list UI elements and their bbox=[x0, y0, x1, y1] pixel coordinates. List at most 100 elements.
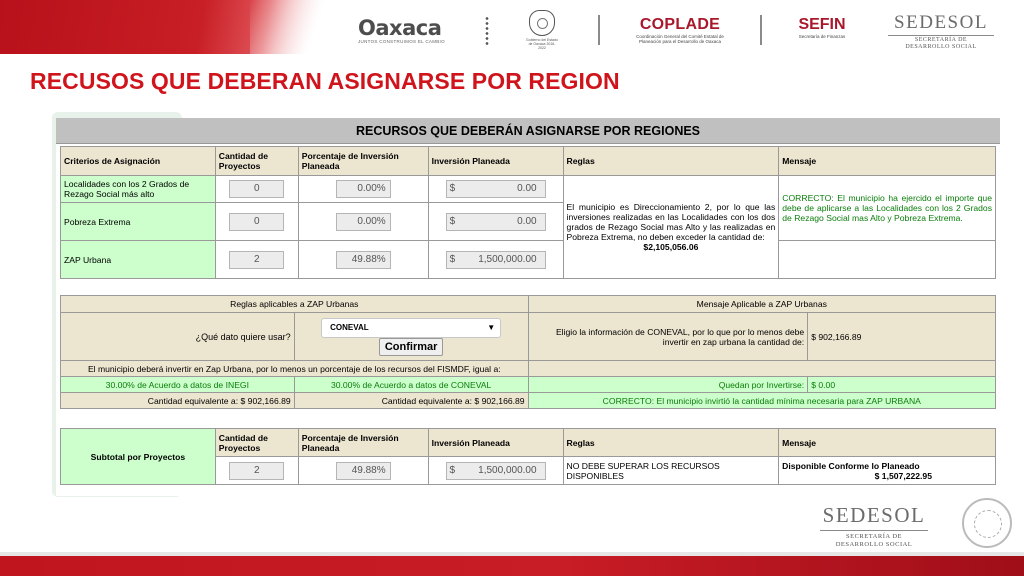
oaxaca-logo: Oaxaca JUNTOS CONSTRUIMOS EL CAMBIO bbox=[358, 16, 445, 44]
data-source-select[interactable]: CONEVAL ▼ bbox=[321, 317, 502, 338]
inversion-value: 1,500,000.00 bbox=[478, 253, 537, 265]
subtotal-label: Subtotal por Proyectos bbox=[60, 428, 216, 485]
sefin-logo-text: SEFIN bbox=[798, 16, 846, 33]
criterio-label: ZAP Urbana bbox=[60, 240, 216, 279]
col-mensaje: Mensaje bbox=[778, 428, 996, 457]
reglas-text: El municipio es Direccionamiento 2, por … bbox=[566, 202, 776, 242]
logo-divider bbox=[760, 15, 762, 45]
sedesol-subtitle-2: DESARROLLO SOCIAL bbox=[905, 44, 977, 50]
mensaje-empty-cell bbox=[778, 240, 996, 279]
subtotal-inversion-field[interactable]: $1,500,000.00 bbox=[445, 461, 546, 480]
coat-of-arms-caption: Gobierno del Estado de Oaxaca 2016-2022 bbox=[526, 38, 558, 50]
porcentaje-field[interactable]: 0.00% bbox=[335, 180, 391, 198]
zap-empty-cell bbox=[527, 360, 997, 377]
coneval-option: 30.00% de Acuerdo a datos de CONEVAL bbox=[293, 376, 529, 393]
porcentaje-field[interactable]: 0.00% bbox=[335, 212, 391, 231]
reglas-amount: $2,105,056.06 bbox=[643, 242, 699, 252]
sedesol-logo-text: SEDESOL bbox=[822, 503, 926, 527]
elige-text: Eligio la información de CONEVAL, por lo… bbox=[527, 312, 809, 361]
coplade-subtitle: Coordinación General del Comité Estatal … bbox=[636, 34, 724, 44]
currency-symbol: $ bbox=[449, 464, 456, 476]
col-porcentaje: Porcentaje de Inversión Planeada bbox=[297, 146, 429, 176]
equiv-label: Cantidad equivalente a: bbox=[147, 395, 239, 406]
national-seal-icon bbox=[962, 498, 1012, 548]
panel-title: RECURSOS QUE DEBERÁN ASIGNARSE POR REGIO… bbox=[56, 118, 1000, 144]
equiv-inegi-amount: $ 902,166.89 bbox=[240, 395, 291, 406]
col-cantidad: Cantidad de Proyectos bbox=[214, 146, 299, 176]
inversion-field[interactable]: $1,500,000.00 bbox=[445, 250, 546, 269]
cantidad-field[interactable]: 0 bbox=[229, 180, 285, 198]
header-bar: Oaxaca JUNTOS CONSTRUIMOS EL CAMBIO Gobi… bbox=[0, 0, 1024, 56]
footer-red-bar bbox=[0, 552, 1024, 576]
sedesol-logo-text: SEDESOL bbox=[894, 12, 988, 33]
inversion-field[interactable]: $0.00 bbox=[445, 212, 546, 231]
dots-divider bbox=[484, 16, 490, 46]
quedan-label: Quedan por Invertirse: bbox=[527, 376, 809, 393]
criterio-label: Pobreza Extrema bbox=[60, 202, 216, 241]
subtotal-cantidad-field[interactable]: 2 bbox=[229, 461, 285, 480]
confirm-button[interactable]: Confirmar bbox=[378, 337, 444, 356]
state-coat-of-arms: Gobierno del Estado de Oaxaca 2016-2022 bbox=[526, 10, 558, 50]
currency-symbol: $ bbox=[449, 183, 456, 194]
sedesol-subtitle-2: DESARROLLO SOCIAL bbox=[835, 540, 913, 548]
zap-question-label: ¿Qué dato quiere usar? bbox=[60, 312, 295, 361]
currency-symbol: $ bbox=[449, 253, 456, 265]
cantidad-field[interactable]: 0 bbox=[229, 212, 285, 231]
subtotal-porcentaje-field[interactable]: 49.88% bbox=[335, 461, 391, 480]
equiv-label: Cantidad equivalente a: bbox=[381, 395, 473, 406]
allocation-panel: RECURSOS QUE DEBERÁN ASIGNARSE POR REGIO… bbox=[56, 118, 1000, 496]
sefin-logo: SEFIN Secretaría de Finanzas bbox=[792, 16, 852, 39]
shield-icon bbox=[529, 10, 555, 36]
sedesol-logo-header: SEDESOL SECRETARÍA DE DESARROLLO SOCIAL bbox=[884, 12, 998, 51]
zap-mensaje-header: Mensaje Aplicable a ZAP Urbanas bbox=[527, 295, 997, 313]
col-criterios: Criterios de Asignación bbox=[60, 146, 216, 176]
red-decor-stripe bbox=[0, 0, 340, 54]
table-row: Localidades con los 2 Grados de Rezago S… bbox=[60, 175, 996, 279]
oaxaca-logo-text: Oaxaca bbox=[358, 16, 442, 40]
coplade-logo-text: COPLADE bbox=[639, 16, 721, 33]
zap-correcto-message: CORRECTO: El municipio invirtió la canti… bbox=[527, 392, 997, 409]
col-reglas: Reglas bbox=[562, 428, 780, 457]
inversion-value: 0.00 bbox=[517, 215, 537, 227]
slide-title: RECUSOS QUE DEBERAN ASIGNARSE POR REGION bbox=[30, 68, 620, 94]
subtotal-table: Subtotal por Proyectos Cantidad de Proye… bbox=[60, 428, 996, 485]
table-row: ZAP Urbana 2 49.88% $1,500,000.00 bbox=[60, 240, 996, 279]
zap-reglas-header: Reglas aplicables a ZAP Urbanas bbox=[60, 295, 529, 313]
reglas-cell: El municipio es Direccionamiento 2, por … bbox=[562, 175, 780, 279]
currency-symbol: $ bbox=[449, 215, 456, 227]
mensaje-cell: CORRECTO: El municipio ha ejercido el im… bbox=[778, 175, 996, 241]
criterio-label: Localidades con los 2 Grados de Rezago S… bbox=[60, 175, 216, 203]
inversion-field[interactable]: $0.00 bbox=[445, 180, 546, 198]
dropdown-arrow-icon: ▼ bbox=[487, 322, 496, 332]
subtotal-reglas: NO DEBE SUPERAR LOS RECURSOS DISPONIBLES bbox=[562, 456, 780, 485]
cantidad-field[interactable]: 2 bbox=[229, 250, 285, 269]
subtotal-mensaje: Disponible Conforme lo Planeado $ 1,507,… bbox=[778, 456, 996, 485]
col-inversion: Inversión Planeada bbox=[427, 428, 564, 457]
col-cantidad: Cantidad de Proyectos bbox=[214, 428, 299, 457]
select-value: CONEVAL bbox=[330, 322, 369, 332]
quedan-amount: $ 0.00 bbox=[807, 376, 996, 393]
inegi-option: 30.00% de Acuerdo a datos de INEGI bbox=[60, 376, 295, 393]
zap-table: Reglas aplicables a ZAP Urbanas Mensaje … bbox=[60, 295, 997, 409]
equiv-coneval: Cantidad equivalente a: $ 902,166.89 bbox=[293, 392, 529, 409]
subtotal-mensaje-amount: $ 1,507,222.95 bbox=[874, 470, 932, 481]
col-porcentaje: Porcentaje de Inversión Planeada bbox=[297, 428, 429, 457]
subtotal-inversion-value: 1,500,000.00 bbox=[478, 464, 537, 476]
criteria-header-row: Criterios de Asignación Cantidad de Proy… bbox=[60, 146, 996, 176]
oaxaca-tagline: JUNTOS CONSTRUIMOS EL CAMBIO bbox=[358, 39, 445, 44]
subtotal-mensaje-text: Disponible Conforme lo Planeado bbox=[782, 460, 920, 471]
criteria-table: Criterios de Asignación Cantidad de Proy… bbox=[60, 146, 996, 279]
sedesol-rule bbox=[820, 530, 928, 531]
porcentaje-field[interactable]: 49.88% bbox=[335, 250, 391, 269]
inversion-value: 0.00 bbox=[517, 183, 537, 194]
zap-invest-text: El municipio deberá invertir en Zap Urba… bbox=[60, 360, 529, 377]
logo-divider bbox=[598, 15, 600, 45]
col-inversion: Inversión Planeada bbox=[427, 146, 564, 176]
sefin-subtitle: Secretaría de Finanzas bbox=[798, 34, 846, 39]
coplade-logo: COPLADE Coordinación General del Comité … bbox=[632, 16, 728, 44]
equiv-coneval-amount: $ 902,166.89 bbox=[474, 395, 525, 406]
sedesol-logo-footer: SEDESOL SECRETARÍA DE DESARROLLO SOCIAL bbox=[818, 503, 930, 548]
sedesol-subtitle-1: SECRETARÍA DE bbox=[914, 37, 968, 43]
elige-amount: $ 902,166.89 bbox=[807, 312, 996, 361]
equiv-inegi: Cantidad equivalente a: $ 902,166.89 bbox=[60, 392, 295, 409]
